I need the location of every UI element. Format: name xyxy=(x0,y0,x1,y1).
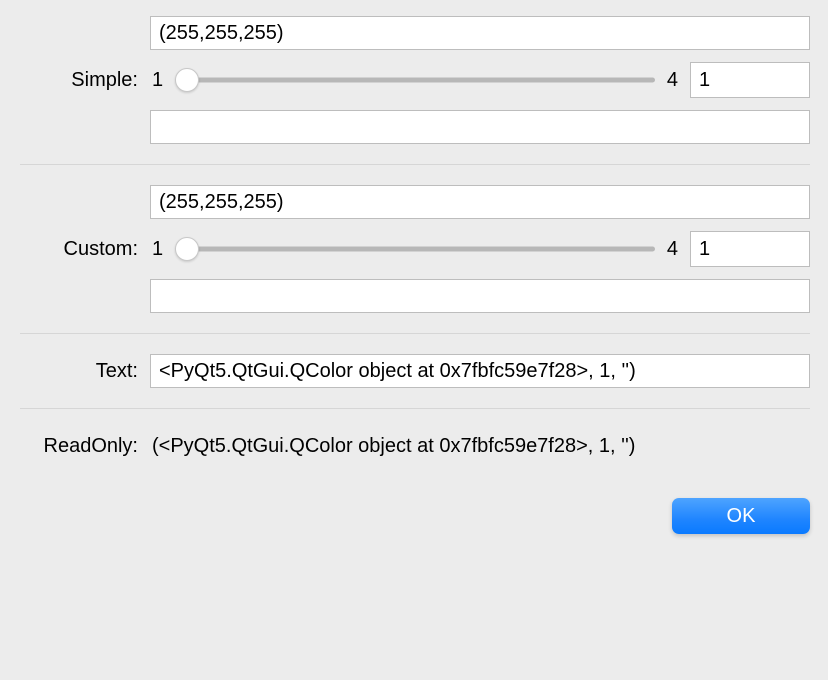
custom-color-input[interactable] xyxy=(150,185,810,219)
simple-text-cell xyxy=(150,110,810,144)
simple-slider-max: 4 xyxy=(665,69,680,92)
text-label: Text: xyxy=(10,360,150,383)
custom-text-row xyxy=(10,273,810,319)
custom-slider-thumb[interactable] xyxy=(175,237,199,261)
simple-slider-cell: 1 4 xyxy=(150,62,810,98)
custom-spin-input[interactable] xyxy=(690,231,810,267)
separator xyxy=(20,408,810,409)
custom-slider-track xyxy=(175,247,655,252)
separator xyxy=(20,164,810,165)
custom-text-cell xyxy=(150,279,810,313)
simple-spin-input[interactable] xyxy=(690,62,810,98)
simple-text-input[interactable] xyxy=(150,110,810,144)
simple-color-cell xyxy=(150,16,810,50)
custom-slider-max: 4 xyxy=(665,238,680,261)
custom-label: Custom: xyxy=(10,238,150,261)
text-cell xyxy=(150,354,810,388)
button-bar: OK xyxy=(0,470,828,534)
readonly-row: ReadOnly: (<PyQt5.QtGui.QColor object at… xyxy=(10,423,810,470)
readonly-value: (<PyQt5.QtGui.QColor object at 0x7fbfc59… xyxy=(150,429,635,464)
simple-slider-min: 1 xyxy=(150,69,165,92)
simple-color-input[interactable] xyxy=(150,16,810,50)
simple-label: Simple: xyxy=(10,69,150,92)
simple-slider-row: Simple: 1 4 xyxy=(10,56,810,104)
separator xyxy=(20,333,810,334)
custom-color-cell xyxy=(150,185,810,219)
custom-slider-min: 1 xyxy=(150,238,165,261)
text-input[interactable] xyxy=(150,354,810,388)
readonly-label: ReadOnly: xyxy=(10,435,150,458)
simple-slider-thumb[interactable] xyxy=(175,68,199,92)
simple-color-row xyxy=(10,10,810,56)
custom-color-row xyxy=(10,179,810,225)
ok-button[interactable]: OK xyxy=(672,498,810,534)
simple-slider-track xyxy=(175,78,655,83)
simple-slider[interactable] xyxy=(175,66,655,94)
custom-slider-row: Custom: 1 4 xyxy=(10,225,810,273)
simple-text-row xyxy=(10,104,810,150)
custom-slider[interactable] xyxy=(175,235,655,263)
readonly-cell: (<PyQt5.QtGui.QColor object at 0x7fbfc59… xyxy=(150,429,810,464)
custom-text-input[interactable] xyxy=(150,279,810,313)
custom-slider-cell: 1 4 xyxy=(150,231,810,267)
settings-form: Simple: 1 4 Custom: 1 xyxy=(0,0,828,470)
text-row: Text: xyxy=(10,348,810,394)
